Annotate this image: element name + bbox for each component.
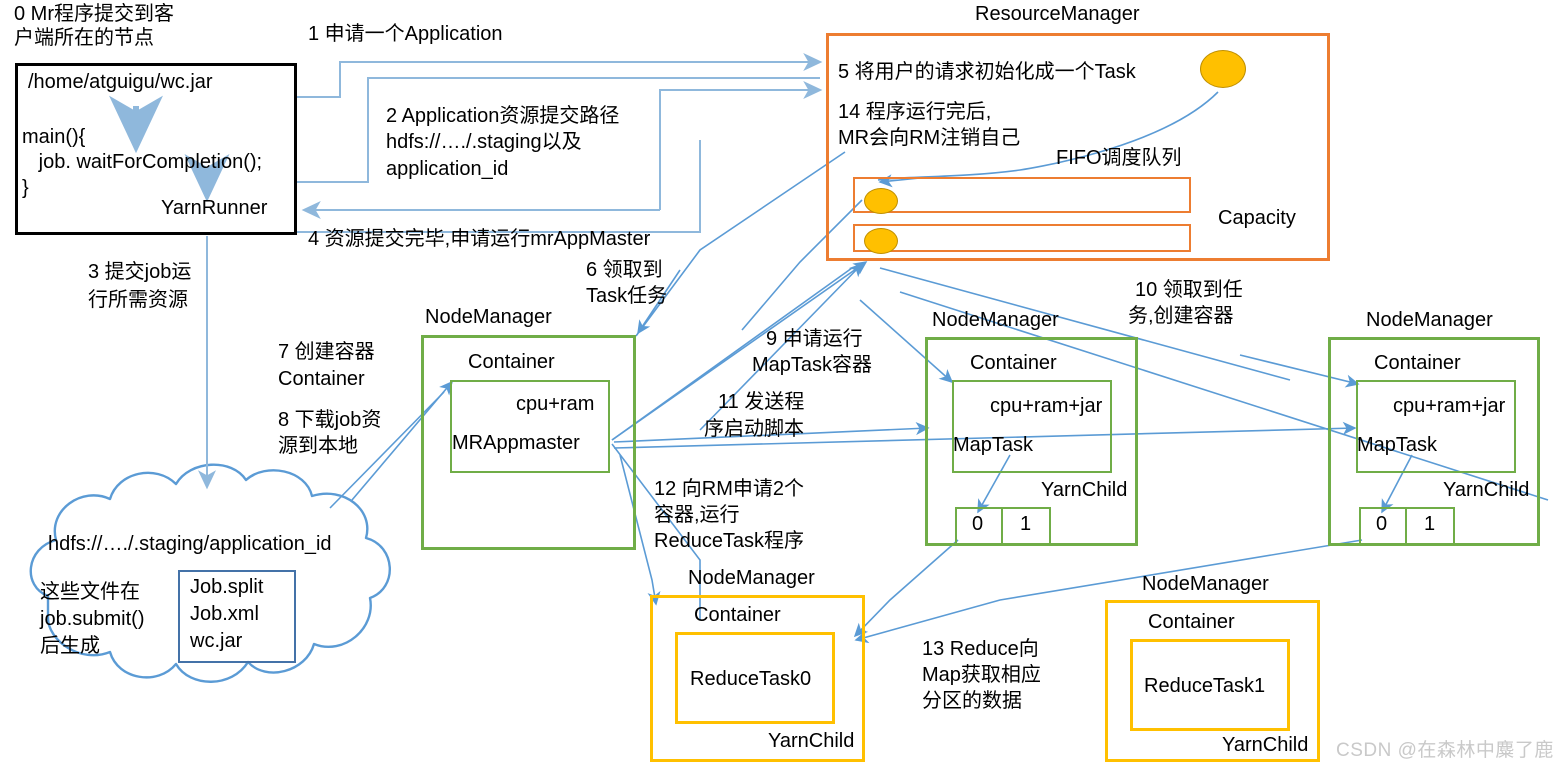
hdfs-file-2: wc.jar	[190, 630, 243, 652]
hdfs-file-1: Job.xml	[190, 603, 259, 625]
resourcemanager-title: ResourceManager	[975, 3, 1140, 25]
step-11-line1: 11 发送程	[718, 391, 805, 413]
nm-maptask-2-partition-1: 1	[1424, 513, 1436, 535]
nm-maptask-1-container-label: Container	[970, 352, 1057, 374]
hdfs-note-line1: 这些文件在	[40, 581, 140, 603]
nm-maptask-1-resource-label: cpu+ram+jar	[990, 395, 1103, 417]
step-13-line3: 分区的数据	[922, 690, 1022, 712]
client-code-main: main(){	[22, 126, 86, 148]
nm-appmaster-title: NodeManager	[425, 306, 552, 328]
step-8-line2: 源到本地	[278, 435, 358, 457]
step-11-line2: 序启动脚本	[704, 418, 804, 440]
rm-queue-row-2	[853, 224, 1191, 252]
hdfs-file-0: Job.split	[190, 576, 264, 598]
step-9-line1: 9 申请运行	[766, 328, 863, 350]
client-jar-path: /home/atguigu/wc.jar	[28, 71, 213, 93]
client-yarnrunner-label: YarnRunner	[161, 197, 268, 219]
nm-reducetask-1-yarnchild-label: YarnChild	[1222, 734, 1309, 756]
rm-step5-text: 5 将用户的请求初始化成一个Task	[838, 61, 1136, 83]
rm-queue-task-1	[864, 188, 898, 214]
nm-maptask-2-resource-label: cpu+ram+jar	[1393, 395, 1506, 417]
step-2-line2: hdfs://…./.staging以及	[386, 131, 582, 153]
nm-reducetask-0-task-label: ReduceTask0	[690, 668, 812, 690]
nm-reducetask-0-container-label: Container	[694, 604, 781, 626]
nm-maptask-2-partition-0: 0	[1376, 513, 1388, 535]
nm-maptask-1-partition-1: 1	[1020, 513, 1032, 535]
step-2-line1: 2 Application资源提交路径	[386, 105, 620, 127]
step-9-line2: MapTask容器	[752, 354, 873, 376]
rm-fifo-label: FIFO调度队列	[1056, 147, 1182, 169]
step-4-label: 4 资源提交完毕,申请运行mrAppMaster	[308, 228, 651, 250]
step-12-line1: 12 向RM申请2个	[654, 478, 805, 500]
client-caption-line1: 0 Mr程序提交到客	[14, 3, 174, 25]
step-3-line2: 行所需资源	[88, 289, 188, 311]
csdn-watermark: CSDN @在森林中麋了鹿	[1336, 740, 1554, 761]
hdfs-path-label: hdfs://…./.staging/application_id	[48, 533, 332, 555]
step-12-line3: ReduceTask程序	[654, 530, 805, 552]
nm-maptask-2-container-label: Container	[1374, 352, 1461, 374]
step-8-line1: 8 下载job资	[278, 409, 382, 431]
nm-maptask-1-yarnchild-label: YarnChild	[1041, 479, 1128, 501]
nm-maptask-2-title: NodeManager	[1366, 309, 1493, 331]
nm-reducetask-1-task-label: ReduceTask1	[1144, 675, 1266, 697]
rm-capacity-label: Capacity	[1218, 207, 1296, 229]
nm-appmaster-resource-label: cpu+ram	[516, 393, 595, 415]
nm-appmaster-container-label: Container	[468, 351, 555, 373]
step-10-line1: 10 领取到任	[1135, 279, 1243, 301]
step-2-line3: application_id	[386, 158, 509, 180]
rm-step14-line1: 14 程序运行完后,	[838, 101, 992, 123]
step-13-line2: Map获取相应	[922, 664, 1041, 686]
nm-maptask-1-task-label: MapTask	[953, 434, 1034, 456]
nm-reducetask-0-yarnchild-label: YarnChild	[768, 730, 855, 752]
hdfs-note-line3: 后生成	[40, 635, 100, 657]
step-7-line1: 7 创建容器	[278, 341, 375, 363]
step-6-line1: 6 领取到	[586, 259, 663, 281]
nm-reducetask-0-title: NodeManager	[688, 567, 815, 589]
step-1-label: 1 申请一个Application	[308, 23, 503, 45]
nm-reducetask-1-title: NodeManager	[1142, 573, 1269, 595]
step-7-line2: Container	[278, 368, 365, 390]
client-code-wait: job. waitForCompletion();	[22, 151, 263, 173]
step-12-line2: 容器,运行	[654, 504, 740, 526]
nm-maptask-2-yarnchild-label: YarnChild	[1443, 479, 1530, 501]
nm-maptask-2-task-label: MapTask	[1357, 434, 1438, 456]
nm-appmaster-task-label: MRAppmaster	[452, 432, 580, 454]
diagram-canvas: 0 Mr程序提交到客 户端所在的节点 /home/atguigu/wc.jar …	[0, 0, 1562, 767]
client-code-close: }	[22, 177, 29, 199]
nm-maptask-1-partition-0: 0	[972, 513, 984, 535]
nm-reducetask-1-container-label: Container	[1148, 611, 1235, 633]
rm-step14-line2: MR会向RM注销自己	[838, 127, 1021, 149]
step-10-line2: 务,创建容器	[1128, 305, 1234, 327]
rm-queue-row-1	[853, 177, 1191, 213]
step-6-line2: Task任务	[586, 285, 668, 307]
nm-maptask-1-title: NodeManager	[932, 309, 1059, 331]
client-caption-line2: 户端所在的节点	[14, 27, 154, 49]
hdfs-note-line2: job.submit()	[40, 608, 145, 630]
rm-task-circle	[1200, 50, 1246, 88]
rm-queue-task-2	[864, 228, 898, 254]
step-13-line1: 13 Reduce向	[922, 638, 1039, 660]
step-3-line1: 3 提交job运	[88, 261, 192, 283]
